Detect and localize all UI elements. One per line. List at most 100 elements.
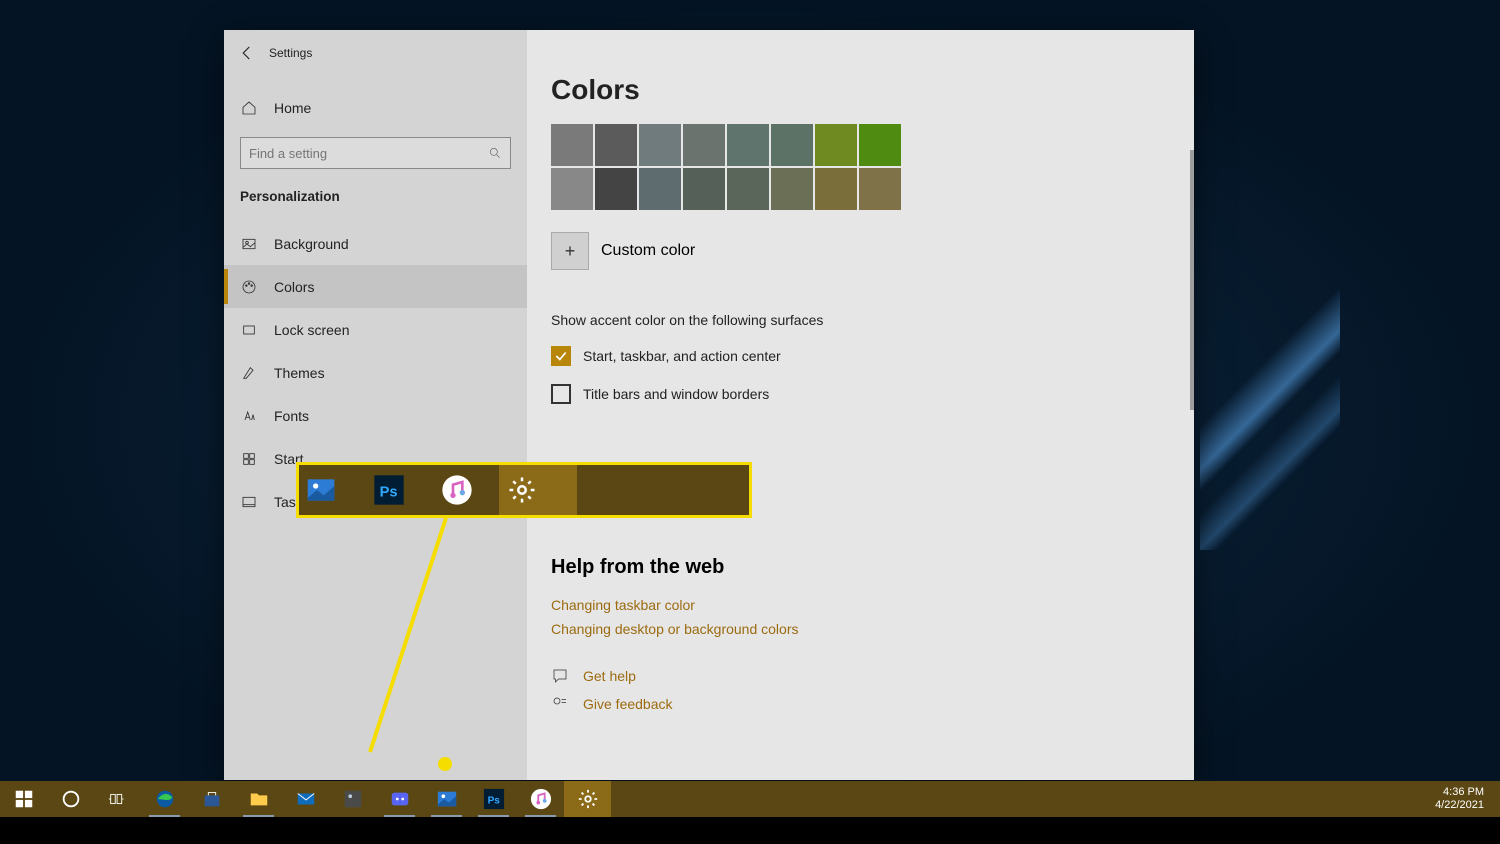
- nav-home[interactable]: Home: [224, 86, 527, 129]
- titlebar-left: Settings: [224, 30, 527, 75]
- callout-zoom-inset: Ps: [296, 462, 752, 518]
- scrollbar-thumb[interactable]: [1190, 150, 1194, 410]
- taskbar: Ps 4:36 PM 4/22/2021: [0, 781, 1500, 817]
- nav-home-label: Home: [274, 100, 311, 116]
- color-swatch[interactable]: [727, 124, 769, 166]
- color-swatch[interactable]: [859, 124, 901, 166]
- checkbox-label: Start, taskbar, and action center: [583, 348, 781, 364]
- nav-background[interactable]: Background: [224, 222, 527, 265]
- svg-text:Ps: Ps: [380, 485, 398, 501]
- gear-icon: [577, 788, 599, 810]
- clock-date: 4/22/2021: [1435, 799, 1484, 812]
- content-pane: Colors + Custom color Show accent color …: [527, 30, 1194, 780]
- discord-button[interactable]: [376, 781, 423, 817]
- store-icon: [201, 788, 223, 810]
- photos-button[interactable]: [423, 781, 470, 817]
- picture-icon: [240, 235, 258, 253]
- app-button-1[interactable]: [329, 781, 376, 817]
- page-title: Colors: [551, 74, 1194, 106]
- circle-icon: [60, 788, 82, 810]
- nav-themes[interactable]: Themes: [224, 351, 527, 394]
- custom-color-button[interactable]: +: [551, 232, 589, 270]
- search-input[interactable]: [249, 146, 488, 161]
- folder-icon: [248, 788, 270, 810]
- window-title: Settings: [269, 46, 312, 60]
- task-view-button[interactable]: [94, 781, 141, 817]
- help-heading: Help from the web: [551, 556, 1194, 579]
- sidebar: Home Personalization Background Colors L…: [224, 30, 527, 780]
- back-arrow-icon: [238, 44, 256, 62]
- settings-window: Settings Home Personalization Background: [224, 30, 1194, 780]
- palette-icon: [240, 278, 258, 296]
- color-swatch[interactable]: [595, 124, 637, 166]
- edge-icon: [154, 788, 176, 810]
- help-link-desktop-colors[interactable]: Changing desktop or background colors: [551, 621, 1194, 637]
- start-button[interactable]: [0, 781, 47, 817]
- nav-lock-screen[interactable]: Lock screen: [224, 308, 527, 351]
- nav-colors[interactable]: Colors: [224, 265, 527, 308]
- custom-color-label: Custom color: [601, 242, 695, 260]
- give-feedback-row[interactable]: Give feedback: [551, 695, 1194, 713]
- color-swatch[interactable]: [771, 168, 813, 210]
- fonts-icon: [240, 407, 258, 425]
- color-swatch[interactable]: [683, 168, 725, 210]
- color-swatch[interactable]: [859, 168, 901, 210]
- get-help-row[interactable]: Get help: [551, 667, 1194, 685]
- nav-item-label: Themes: [274, 365, 325, 381]
- color-swatches: [551, 124, 1194, 210]
- color-swatch[interactable]: [771, 124, 813, 166]
- checkbox-title-bars[interactable]: Title bars and window borders: [551, 384, 1194, 404]
- color-swatch[interactable]: [551, 124, 593, 166]
- photoshop-icon: Ps: [483, 788, 505, 810]
- bottom-black-bar: [0, 817, 1500, 844]
- mail-button[interactable]: [282, 781, 329, 817]
- nav-item-label: Fonts: [274, 408, 309, 424]
- color-swatch[interactable]: [639, 168, 681, 210]
- search-icon: [488, 146, 502, 160]
- give-feedback-link: Give feedback: [583, 696, 673, 712]
- taskbar-left: Ps: [0, 781, 611, 817]
- checkbox-label: Title bars and window borders: [583, 386, 769, 402]
- color-swatch[interactable]: [551, 168, 593, 210]
- itunes-icon: [530, 788, 552, 810]
- help-link-taskbar-color[interactable]: Changing taskbar color: [551, 597, 1194, 613]
- search-box[interactable]: [240, 137, 511, 169]
- checkbox-icon-checked: [551, 346, 571, 366]
- callout-photos-icon: [303, 472, 339, 508]
- custom-color-row: + Custom color: [551, 232, 1194, 270]
- nav-category: Personalization: [224, 179, 527, 214]
- windows-icon: [13, 788, 35, 810]
- cortana-button[interactable]: [47, 781, 94, 817]
- color-swatch[interactable]: [595, 168, 637, 210]
- callout-itunes-icon: [439, 472, 475, 508]
- feedback-icon: [551, 695, 569, 713]
- themes-icon: [240, 364, 258, 382]
- plus-icon: +: [565, 241, 576, 262]
- store-button[interactable]: [188, 781, 235, 817]
- itunes-button[interactable]: [517, 781, 564, 817]
- home-icon: [240, 99, 258, 117]
- nav-item-label: Colors: [274, 279, 314, 295]
- scrollbar[interactable]: [1188, 30, 1194, 780]
- checkbox-start-taskbar[interactable]: Start, taskbar, and action center: [551, 346, 1194, 366]
- color-swatch[interactable]: [727, 168, 769, 210]
- color-swatch[interactable]: [683, 124, 725, 166]
- color-swatch[interactable]: [639, 124, 681, 166]
- nav-fonts[interactable]: Fonts: [224, 394, 527, 437]
- edge-button[interactable]: [141, 781, 188, 817]
- clock-time: 4:36 PM: [1435, 786, 1484, 799]
- nav-item-label: Lock screen: [274, 322, 349, 338]
- desktop-background-streaks: [1200, 250, 1340, 550]
- color-swatch[interactable]: [815, 124, 857, 166]
- nav-item-label: Background: [274, 236, 349, 252]
- back-button[interactable]: [224, 30, 269, 75]
- mail-icon: [295, 788, 317, 810]
- system-tray[interactable]: 4:36 PM 4/22/2021: [1435, 786, 1500, 812]
- photoshop-button[interactable]: Ps: [470, 781, 517, 817]
- explorer-button[interactable]: [235, 781, 282, 817]
- checkbox-icon-unchecked: [551, 384, 571, 404]
- taskbar-icon: [240, 493, 258, 511]
- settings-button[interactable]: [564, 781, 611, 817]
- color-swatch[interactable]: [815, 168, 857, 210]
- image-app-icon: [342, 788, 364, 810]
